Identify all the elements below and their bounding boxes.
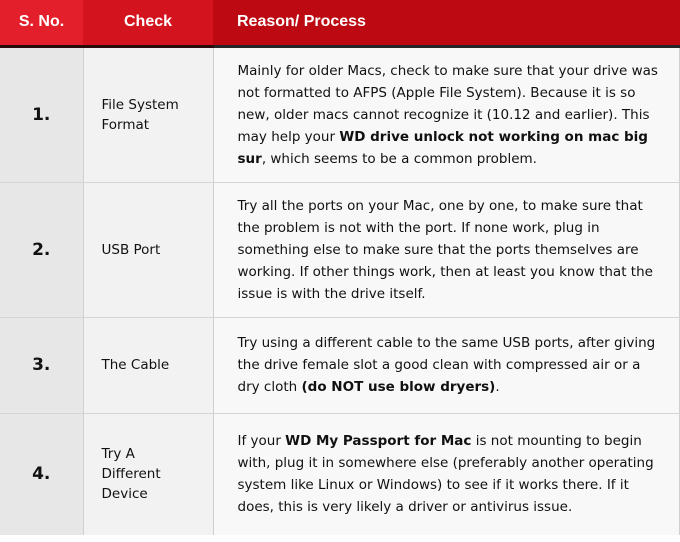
- table-row: 3. The Cable Try using a different cable…: [0, 317, 680, 414]
- reason-text: Try all the ports on your Mac, one by on…: [213, 182, 680, 318]
- bold-phrase: WD My Passport for Mac: [285, 433, 472, 450]
- table-row: 4. Try A Different Device If your WD My …: [0, 413, 680, 535]
- check-name: The Cable: [83, 317, 214, 414]
- table-row: 2. USB Port Try all the ports on your Ma…: [0, 182, 680, 318]
- text-segment: Try all the ports on your Mac, one by on…: [237, 197, 653, 302]
- bold-phrase: (do NOT use blow dryers): [301, 379, 496, 395]
- text-segment: , which seems to be a common problem.: [261, 150, 537, 167]
- serial-number: 2.: [0, 182, 84, 318]
- table-header-row: S. No. Check Reason/ Process: [0, 0, 680, 48]
- table-row: 1. File System Format Mainly for older M…: [0, 46, 680, 183]
- header-sno: S. No.: [0, 0, 83, 48]
- troubleshooting-table: S. No. Check Reason/ Process 1. File Sys…: [0, 0, 680, 535]
- text-segment: .: [495, 379, 500, 395]
- header-check: Check: [83, 0, 213, 48]
- check-name: Try A Different Device: [83, 413, 214, 535]
- serial-number: 4.: [0, 413, 84, 535]
- text-segment: If your: [237, 433, 286, 450]
- reason-text: If your WD My Passport for Mac is not mo…: [213, 413, 680, 535]
- header-reason: Reason/ Process: [213, 0, 680, 48]
- check-name: File System Format: [83, 46, 214, 183]
- reason-text: Try using a different cable to the same …: [213, 317, 680, 414]
- serial-number: 1.: [0, 46, 84, 183]
- check-name: USB Port: [83, 182, 214, 318]
- serial-number: 3.: [0, 317, 84, 414]
- reason-text: Mainly for older Macs, check to make sur…: [213, 46, 680, 183]
